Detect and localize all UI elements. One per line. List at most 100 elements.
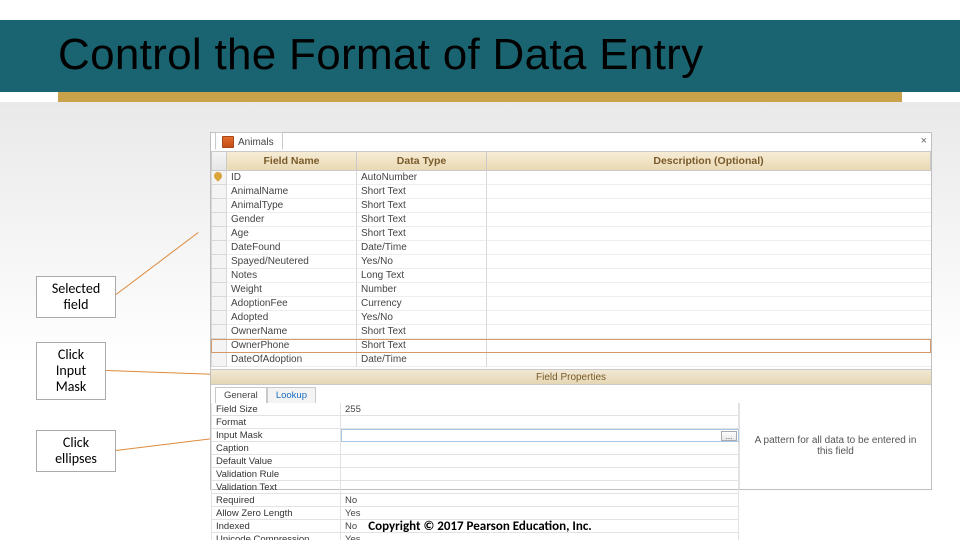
description-cell[interactable] xyxy=(487,241,931,255)
data-type-cell[interactable]: Yes/No xyxy=(357,311,487,325)
property-row[interactable]: RequiredNo xyxy=(211,494,739,507)
tab-lookup[interactable]: Lookup xyxy=(267,387,316,403)
field-grid: IDAutoNumberAnimalNameShort TextAnimalTy… xyxy=(211,171,931,367)
description-cell[interactable] xyxy=(487,255,931,269)
property-row[interactable]: Input Mask... xyxy=(211,429,739,442)
close-icon[interactable]: × xyxy=(921,135,927,147)
description-cell[interactable] xyxy=(487,325,931,339)
field-name-cell[interactable]: DateOfAdoption xyxy=(227,353,357,367)
field-row[interactable]: AdoptionFeeCurrency xyxy=(211,297,931,311)
description-cell[interactable] xyxy=(487,339,931,353)
field-row[interactable]: AnimalNameShort Text xyxy=(211,185,931,199)
field-row[interactable]: OwnerNameShort Text xyxy=(211,325,931,339)
row-selector[interactable] xyxy=(211,269,227,283)
row-selector[interactable] xyxy=(211,283,227,297)
row-selector[interactable] xyxy=(211,311,227,325)
field-row[interactable]: GenderShort Text xyxy=(211,213,931,227)
property-value[interactable]: Yes xyxy=(341,533,739,540)
data-type-cell[interactable]: Long Text xyxy=(357,269,487,283)
property-row[interactable]: Caption xyxy=(211,442,739,455)
property-value[interactable]: No xyxy=(341,494,739,507)
data-type-cell[interactable]: Short Text xyxy=(357,185,487,199)
row-selector-header xyxy=(211,151,227,171)
field-row[interactable]: IDAutoNumber xyxy=(211,171,931,185)
field-row[interactable]: Spayed/NeuteredYes/No xyxy=(211,255,931,269)
data-type-cell[interactable]: Yes/No xyxy=(357,255,487,269)
field-row[interactable]: AnimalTypeShort Text xyxy=(211,199,931,213)
row-selector[interactable] xyxy=(211,297,227,311)
field-name-cell[interactable]: Spayed/Neutered xyxy=(227,255,357,269)
property-row[interactable]: Field Size255 xyxy=(211,403,739,416)
row-selector[interactable] xyxy=(211,199,227,213)
description-cell[interactable] xyxy=(487,283,931,297)
property-label: Caption xyxy=(211,442,341,455)
field-name-cell[interactable]: OwnerName xyxy=(227,325,357,339)
property-row[interactable]: Unicode CompressionYes xyxy=(211,533,739,540)
row-selector[interactable] xyxy=(211,255,227,269)
property-row[interactable]: Format xyxy=(211,416,739,429)
data-type-cell[interactable]: Date/Time xyxy=(357,241,487,255)
property-value[interactable]: ... xyxy=(341,429,739,442)
property-hint: A pattern for all data to be entered in … xyxy=(739,403,931,489)
property-label: Required xyxy=(211,494,341,507)
slide-title: Control the Format of Data Entry xyxy=(58,30,703,80)
field-name-cell[interactable]: ID xyxy=(227,171,357,185)
property-row[interactable]: Default Value xyxy=(211,455,739,468)
field-name-cell[interactable]: AdoptionFee xyxy=(227,297,357,311)
property-value[interactable] xyxy=(341,455,739,468)
field-row[interactable]: AgeShort Text xyxy=(211,227,931,241)
data-type-cell[interactable]: Number xyxy=(357,283,487,297)
field-row[interactable]: NotesLong Text xyxy=(211,269,931,283)
description-cell[interactable] xyxy=(487,185,931,199)
field-name-cell[interactable]: OwnerPhone xyxy=(227,339,357,353)
description-cell[interactable] xyxy=(487,227,931,241)
description-cell[interactable] xyxy=(487,199,931,213)
table-tab-animals[interactable]: Animals xyxy=(215,132,283,150)
property-value[interactable] xyxy=(341,442,739,455)
field-row[interactable]: OwnerPhoneShort Text xyxy=(211,339,931,353)
description-cell[interactable] xyxy=(487,269,931,283)
tab-general[interactable]: General xyxy=(215,387,267,403)
field-name-cell[interactable]: AnimalName xyxy=(227,185,357,199)
field-name-cell[interactable]: Gender xyxy=(227,213,357,227)
description-cell[interactable] xyxy=(487,297,931,311)
property-value[interactable] xyxy=(341,416,739,429)
row-selector[interactable] xyxy=(211,339,227,353)
field-name-cell[interactable]: AnimalType xyxy=(227,199,357,213)
field-name-cell[interactable]: DateFound xyxy=(227,241,357,255)
row-selector[interactable] xyxy=(211,213,227,227)
field-name-cell[interactable]: Adopted xyxy=(227,311,357,325)
property-row[interactable]: Validation Rule xyxy=(211,468,739,481)
field-row[interactable]: DateOfAdoptionDate/Time xyxy=(211,353,931,367)
input-mask-builder-button[interactable]: ... xyxy=(721,431,737,441)
description-cell[interactable] xyxy=(487,213,931,227)
row-selector[interactable] xyxy=(211,325,227,339)
property-value[interactable] xyxy=(341,468,739,481)
row-selector[interactable] xyxy=(211,241,227,255)
row-selector[interactable] xyxy=(211,353,227,367)
data-type-cell[interactable]: Short Text xyxy=(357,199,487,213)
field-name-cell[interactable]: Notes xyxy=(227,269,357,283)
property-label: Format xyxy=(211,416,341,429)
description-cell[interactable] xyxy=(487,171,931,185)
row-selector[interactable] xyxy=(211,185,227,199)
property-value[interactable] xyxy=(341,481,739,494)
data-type-cell[interactable]: Date/Time xyxy=(357,353,487,367)
description-cell[interactable] xyxy=(487,311,931,325)
field-row[interactable]: WeightNumber xyxy=(211,283,931,297)
data-type-cell[interactable]: Short Text xyxy=(357,325,487,339)
description-cell[interactable] xyxy=(487,353,931,367)
property-row[interactable]: Validation Text xyxy=(211,481,739,494)
field-name-cell[interactable]: Weight xyxy=(227,283,357,297)
primary-key-icon[interactable] xyxy=(211,171,227,185)
row-selector[interactable] xyxy=(211,227,227,241)
data-type-cell[interactable]: AutoNumber xyxy=(357,171,487,185)
data-type-cell[interactable]: Short Text xyxy=(357,213,487,227)
property-value[interactable]: 255 xyxy=(341,403,739,416)
field-name-cell[interactable]: Age xyxy=(227,227,357,241)
data-type-cell[interactable]: Currency xyxy=(357,297,487,311)
data-type-cell[interactable]: Short Text xyxy=(357,227,487,241)
field-row[interactable]: DateFoundDate/Time xyxy=(211,241,931,255)
data-type-cell[interactable]: Short Text xyxy=(357,339,487,353)
field-row[interactable]: AdoptedYes/No xyxy=(211,311,931,325)
